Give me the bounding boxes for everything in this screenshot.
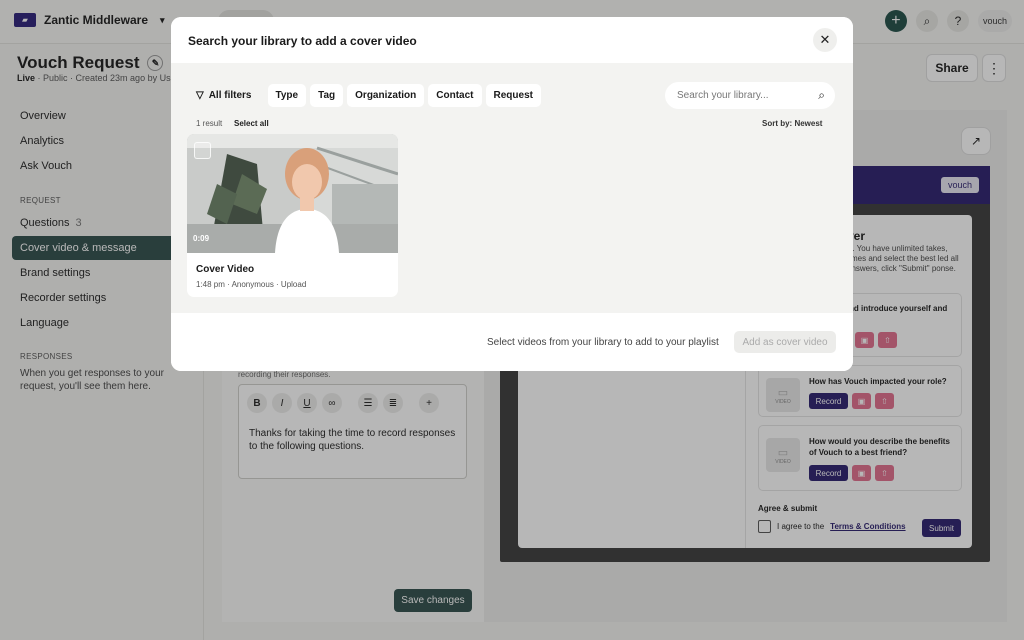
video-card[interactable]: 0:09 Cover Video 1:48 pm · Anonymous · U… bbox=[187, 134, 398, 297]
result-count: 1 result bbox=[196, 119, 223, 128]
close-icon[interactable]: ✕ bbox=[813, 28, 837, 52]
filter-contact[interactable]: Contact bbox=[428, 84, 482, 107]
select-all-button[interactable]: Select all bbox=[234, 119, 269, 128]
library-modal: Search your library to add a cover video… bbox=[171, 17, 853, 371]
search-icon[interactable]: ⌕ bbox=[818, 88, 825, 103]
modal-footer: Select videos from your library to add t… bbox=[171, 313, 853, 371]
modal-title: Search your library to add a cover video bbox=[188, 34, 417, 48]
video-title: Cover Video bbox=[196, 264, 255, 275]
filter-bar: ▽ All filters Type Tag Organization Cont… bbox=[188, 84, 541, 107]
video-meta: 1:48 pm · Anonymous · Upload bbox=[196, 280, 307, 289]
all-filters-label: All filters bbox=[208, 90, 252, 101]
library-search: ⌕ bbox=[665, 82, 835, 109]
modal-body: ▽ All filters Type Tag Organization Cont… bbox=[171, 63, 853, 313]
filter-type[interactable]: Type bbox=[267, 84, 307, 107]
filter-request[interactable]: Request bbox=[485, 84, 541, 107]
filter-organization[interactable]: Organization bbox=[347, 84, 425, 107]
filter-tag[interactable]: Tag bbox=[310, 84, 344, 107]
footer-hint: Select videos from your library to add t… bbox=[487, 337, 719, 348]
select-checkbox[interactable] bbox=[194, 142, 211, 159]
video-thumbnail[interactable]: 0:09 bbox=[187, 134, 398, 253]
add-as-cover-video-button[interactable]: Add as cover video bbox=[734, 331, 836, 353]
filter-icon: ▽ bbox=[196, 90, 204, 101]
search-input[interactable] bbox=[677, 90, 807, 101]
all-filters-button[interactable]: ▽ All filters bbox=[188, 84, 264, 107]
video-duration: 0:09 bbox=[193, 234, 210, 243]
modal-header: Search your library to add a cover video… bbox=[171, 17, 853, 63]
sort-dropdown[interactable]: Sort by: Newest bbox=[762, 119, 822, 128]
